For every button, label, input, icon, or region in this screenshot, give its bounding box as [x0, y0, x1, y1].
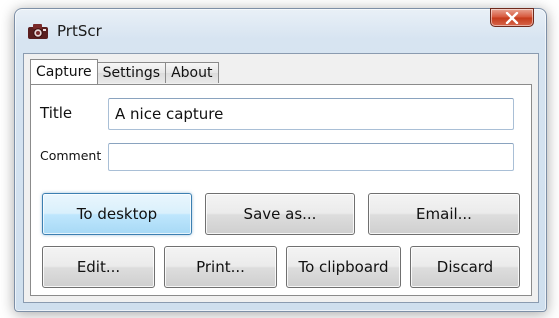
- to-clipboard-button[interactable]: To clipboard: [286, 246, 401, 288]
- tab-capture[interactable]: Capture: [30, 59, 98, 84]
- prtscr-window: PrtScr Capture Settings About Title A ni…: [14, 8, 547, 312]
- title-label: Title: [40, 104, 73, 122]
- capture-panel: Title A nice capture Comment To desktop …: [30, 84, 532, 296]
- title-field[interactable]: A nice capture: [108, 98, 514, 130]
- tab-strip: Capture Settings About: [30, 59, 219, 85]
- title-field-value: A nice capture: [115, 105, 224, 123]
- discard-button[interactable]: Discard: [410, 246, 520, 288]
- tab-about[interactable]: About: [165, 62, 219, 83]
- tab-settings[interactable]: Settings: [96, 62, 167, 83]
- title-bar[interactable]: PrtScr: [15, 8, 546, 53]
- edit-button[interactable]: Edit...: [42, 246, 155, 288]
- to-desktop-button[interactable]: To desktop: [42, 193, 192, 235]
- save-as-button[interactable]: Save as...: [205, 193, 355, 235]
- comment-label: Comment: [40, 148, 102, 163]
- window-title: PrtScr: [57, 22, 102, 40]
- print-button[interactable]: Print...: [164, 246, 277, 288]
- camera-icon: [27, 22, 49, 40]
- close-icon: [505, 11, 519, 24]
- email-button[interactable]: Email...: [368, 193, 520, 235]
- close-button[interactable]: [490, 8, 534, 27]
- client-area: Capture Settings About Title A nice capt…: [23, 53, 539, 303]
- comment-field[interactable]: [108, 143, 514, 171]
